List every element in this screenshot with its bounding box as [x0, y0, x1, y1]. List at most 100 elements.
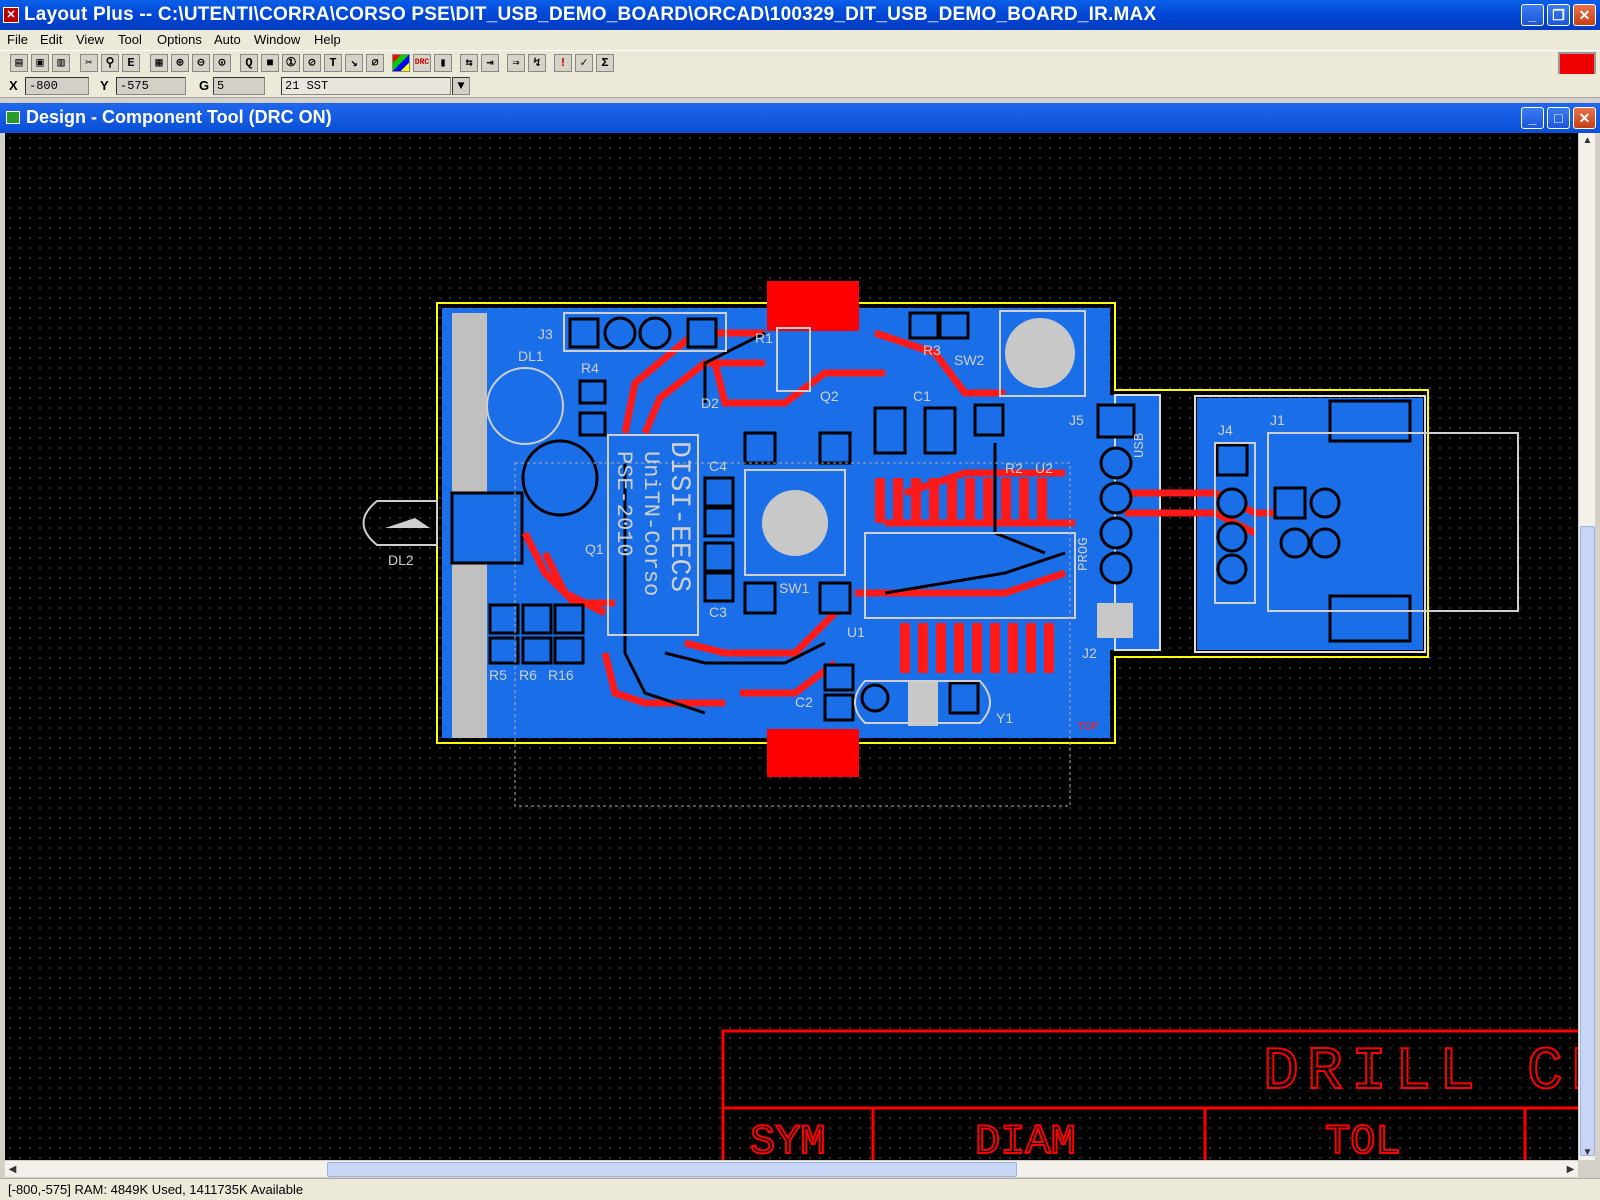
reports-icon[interactable]: ▮ [434, 54, 452, 72]
usb-label: USB [1132, 433, 1148, 458]
y-label: Y [100, 78, 109, 93]
zoom-out-icon[interactable]: ⊖ [192, 54, 210, 72]
obstacle-icon[interactable]: ⊘ [303, 54, 321, 72]
minimize-button[interactable]: _ [1521, 4, 1544, 26]
zoom-all-icon[interactable]: ⊙ [213, 54, 231, 72]
drc-icon[interactable]: DRC [413, 54, 431, 72]
x-coordinate-field: -800 [25, 77, 89, 95]
status-bar: [-800,-575] RAM: 4849K Used, 1411735K Av… [0, 1178, 1600, 1200]
label-y1: Y1 [996, 710, 1013, 726]
scroll-left-icon[interactable]: ◀ [5, 1162, 20, 1177]
menu-file[interactable]: File [7, 32, 28, 47]
label-r4: R4 [581, 360, 599, 376]
label-j1: J1 [1270, 412, 1285, 428]
layer-select[interactable]: 21 SST [281, 77, 451, 95]
vertical-scroll-thumb[interactable] [1580, 526, 1595, 1156]
app-title: Layout Plus -- C:\UTENTI\CORRA\CORSO PSE… [24, 4, 1157, 25]
horizontal-scrollbar[interactable]: ◀ ▶ [5, 1160, 1578, 1177]
shove-icon[interactable]: ⇥ [481, 54, 499, 72]
connection-icon[interactable]: ↘ [345, 54, 363, 72]
label-j4: J4 [1218, 422, 1233, 438]
y-coordinate-field: -575 [116, 77, 186, 95]
design-window-title: Design - Component Tool (DRC ON) [26, 107, 332, 127]
horizontal-scroll-thumb[interactable] [327, 1162, 1017, 1177]
label-j3: J3 [538, 326, 553, 342]
coordinate-bar: X -800 Y -575 G 5 21 SST ▼ [0, 74, 1600, 98]
drc-check-icon[interactable]: ✓ [575, 54, 593, 72]
vertical-scrollbar[interactable]: ▲ ▼ [1578, 133, 1595, 1160]
error-icon[interactable]: ! [554, 54, 572, 72]
design-window-icon [6, 111, 20, 124]
spreadsheet-icon[interactable]: ▦ [150, 54, 168, 72]
zoom-in-icon[interactable]: ⊕ [171, 54, 189, 72]
silk-text-1: DISI-EECS [663, 441, 694, 592]
prog-label: PROG [1076, 537, 1092, 571]
drill-chart-tol-header: TOL [1325, 1118, 1401, 1160]
design-canvas[interactable]: DISI-EECS UniTN-Corso PSE-2010 USB PROG … [5, 133, 1578, 1160]
label-dl2: DL2 [388, 552, 414, 568]
pin-icon[interactable]: ① [282, 54, 300, 72]
sw1-center-pad [762, 490, 828, 556]
route-icon[interactable]: ⇆ [460, 54, 478, 72]
find-icon[interactable]: ⚲ [101, 54, 119, 72]
child-close-button[interactable]: ✕ [1573, 107, 1596, 129]
silk-text-3: PSE-2010 [611, 451, 636, 557]
status-text: [-800,-575] RAM: 4849K Used, 1411735K Av… [8, 1182, 304, 1197]
grid-label: G [199, 78, 210, 93]
menu-view[interactable]: View [76, 32, 104, 47]
menu-window[interactable]: Window [254, 32, 300, 47]
menu-tool[interactable]: Tool [118, 32, 142, 47]
x-label: X [9, 78, 18, 93]
text-icon[interactable]: T [324, 54, 342, 72]
toolbar: ▤ ▣ ▥ ✂ ⚲ E ▦ ⊕ ⊖ ⊙ Q ■ ① ⊘ T ↘ ∅ DRC ▮ … [0, 50, 1600, 74]
label-r6: R6 [519, 667, 537, 683]
pcb-layout[interactable]: DISI-EECS UniTN-Corso PSE-2010 USB PROG … [5, 133, 1578, 1160]
scroll-up-icon[interactable]: ▲ [1580, 133, 1595, 148]
open-icon[interactable]: ▤ [10, 54, 28, 72]
top-label: TOP [1077, 720, 1099, 734]
label-r1: R1 [755, 330, 773, 346]
child-maximize-button[interactable]: □ [1547, 107, 1570, 129]
drill-chart-title: DRILL CHA [1263, 1039, 1578, 1107]
strategy-icon[interactable]: Σ [596, 54, 614, 72]
top-tab [767, 281, 859, 331]
edge-slot [450, 491, 524, 565]
design-window-titlebar: Design - Component Tool (DRC ON) _ □ ✕ [0, 103, 1600, 133]
layer-dropdown-arrow-icon[interactable]: ▼ [452, 77, 470, 95]
restore-button[interactable]: ❐ [1547, 4, 1570, 26]
dl2-symbol [385, 518, 430, 528]
label-d2: D2 [701, 395, 719, 411]
component-icon[interactable]: ■ [261, 54, 279, 72]
edit-icon[interactable]: E [122, 54, 140, 72]
library-icon[interactable]: ▥ [52, 54, 70, 72]
query-icon[interactable]: Q [240, 54, 258, 72]
menu-bar: File Edit View Tool Options Auto Window … [0, 30, 1600, 50]
close-button[interactable]: ✕ [1573, 4, 1596, 26]
label-u2: U2 [1035, 460, 1053, 476]
label-dl1: DL1 [518, 348, 544, 364]
j2-pad [1097, 603, 1133, 638]
menu-edit[interactable]: Edit [40, 32, 62, 47]
cut-icon[interactable]: ✂ [80, 54, 98, 72]
save-icon[interactable]: ▣ [31, 54, 49, 72]
label-j5: J5 [1069, 412, 1084, 428]
cleanup-icon[interactable]: ↯ [528, 54, 546, 72]
scroll-right-icon[interactable]: ▶ [1563, 1162, 1578, 1177]
menu-help[interactable]: Help [314, 32, 341, 47]
scroll-down-icon[interactable]: ▼ [1580, 1145, 1595, 1160]
y1-pad [908, 681, 938, 726]
menu-options[interactable]: Options [157, 32, 202, 47]
label-c3: C3 [709, 604, 727, 620]
grid-field: 5 [213, 77, 265, 95]
child-minimize-button[interactable]: _ [1521, 107, 1544, 129]
label-sw1: SW1 [779, 580, 810, 596]
u1-pins [900, 623, 1054, 673]
label-q1: Q1 [585, 541, 604, 557]
reconnect-icon[interactable]: ∅ [366, 54, 384, 72]
menu-auto[interactable]: Auto [214, 32, 241, 47]
sw2-center-pad [1005, 318, 1075, 388]
autoroute-icon[interactable]: ⇒ [507, 54, 525, 72]
app-icon: ✕ [3, 7, 19, 23]
label-c2: C2 [795, 694, 813, 710]
color-icon[interactable] [392, 54, 410, 72]
